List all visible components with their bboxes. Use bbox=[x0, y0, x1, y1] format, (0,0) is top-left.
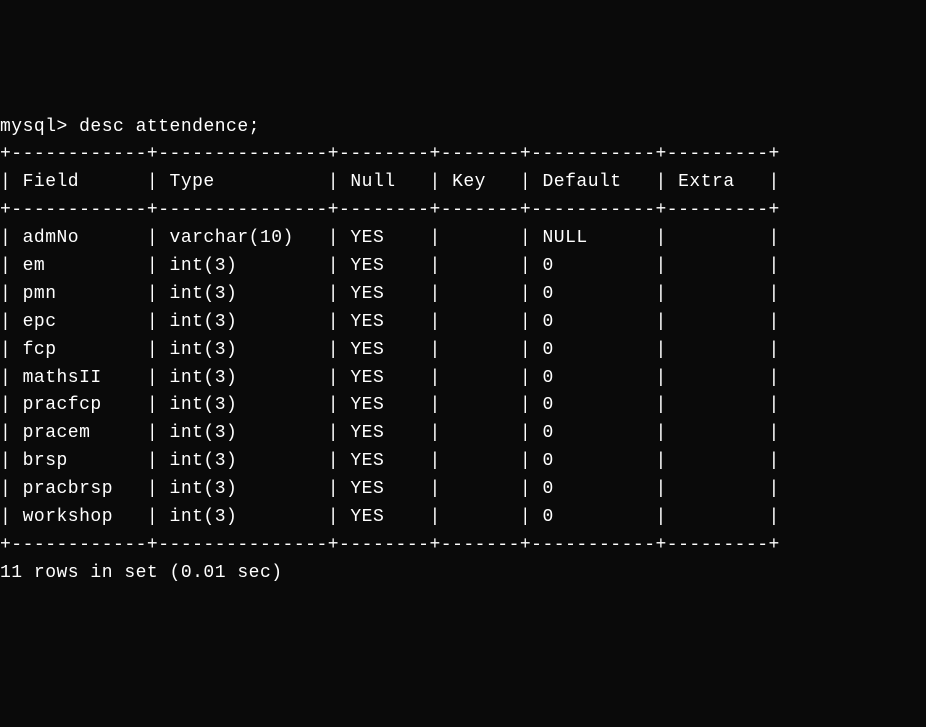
table-border-mid: +------------+---------------+--------+-… bbox=[0, 200, 780, 220]
table-data-rows: | admNo | varchar(10) | YES | | NULL | |… bbox=[0, 228, 780, 527]
terminal-output: mysql> desc attendence; +------------+--… bbox=[0, 112, 926, 588]
mysql-prompt: mysql> bbox=[0, 117, 68, 137]
result-footer: 11 rows in set (0.01 sec) bbox=[0, 563, 283, 583]
table-border-top: +------------+---------------+--------+-… bbox=[0, 144, 780, 164]
table-border-bottom: +------------+---------------+--------+-… bbox=[0, 535, 780, 555]
table-header-row: | Field | Type | Null | Key | Default | … bbox=[0, 172, 780, 192]
sql-command: desc attendence; bbox=[79, 117, 260, 137]
